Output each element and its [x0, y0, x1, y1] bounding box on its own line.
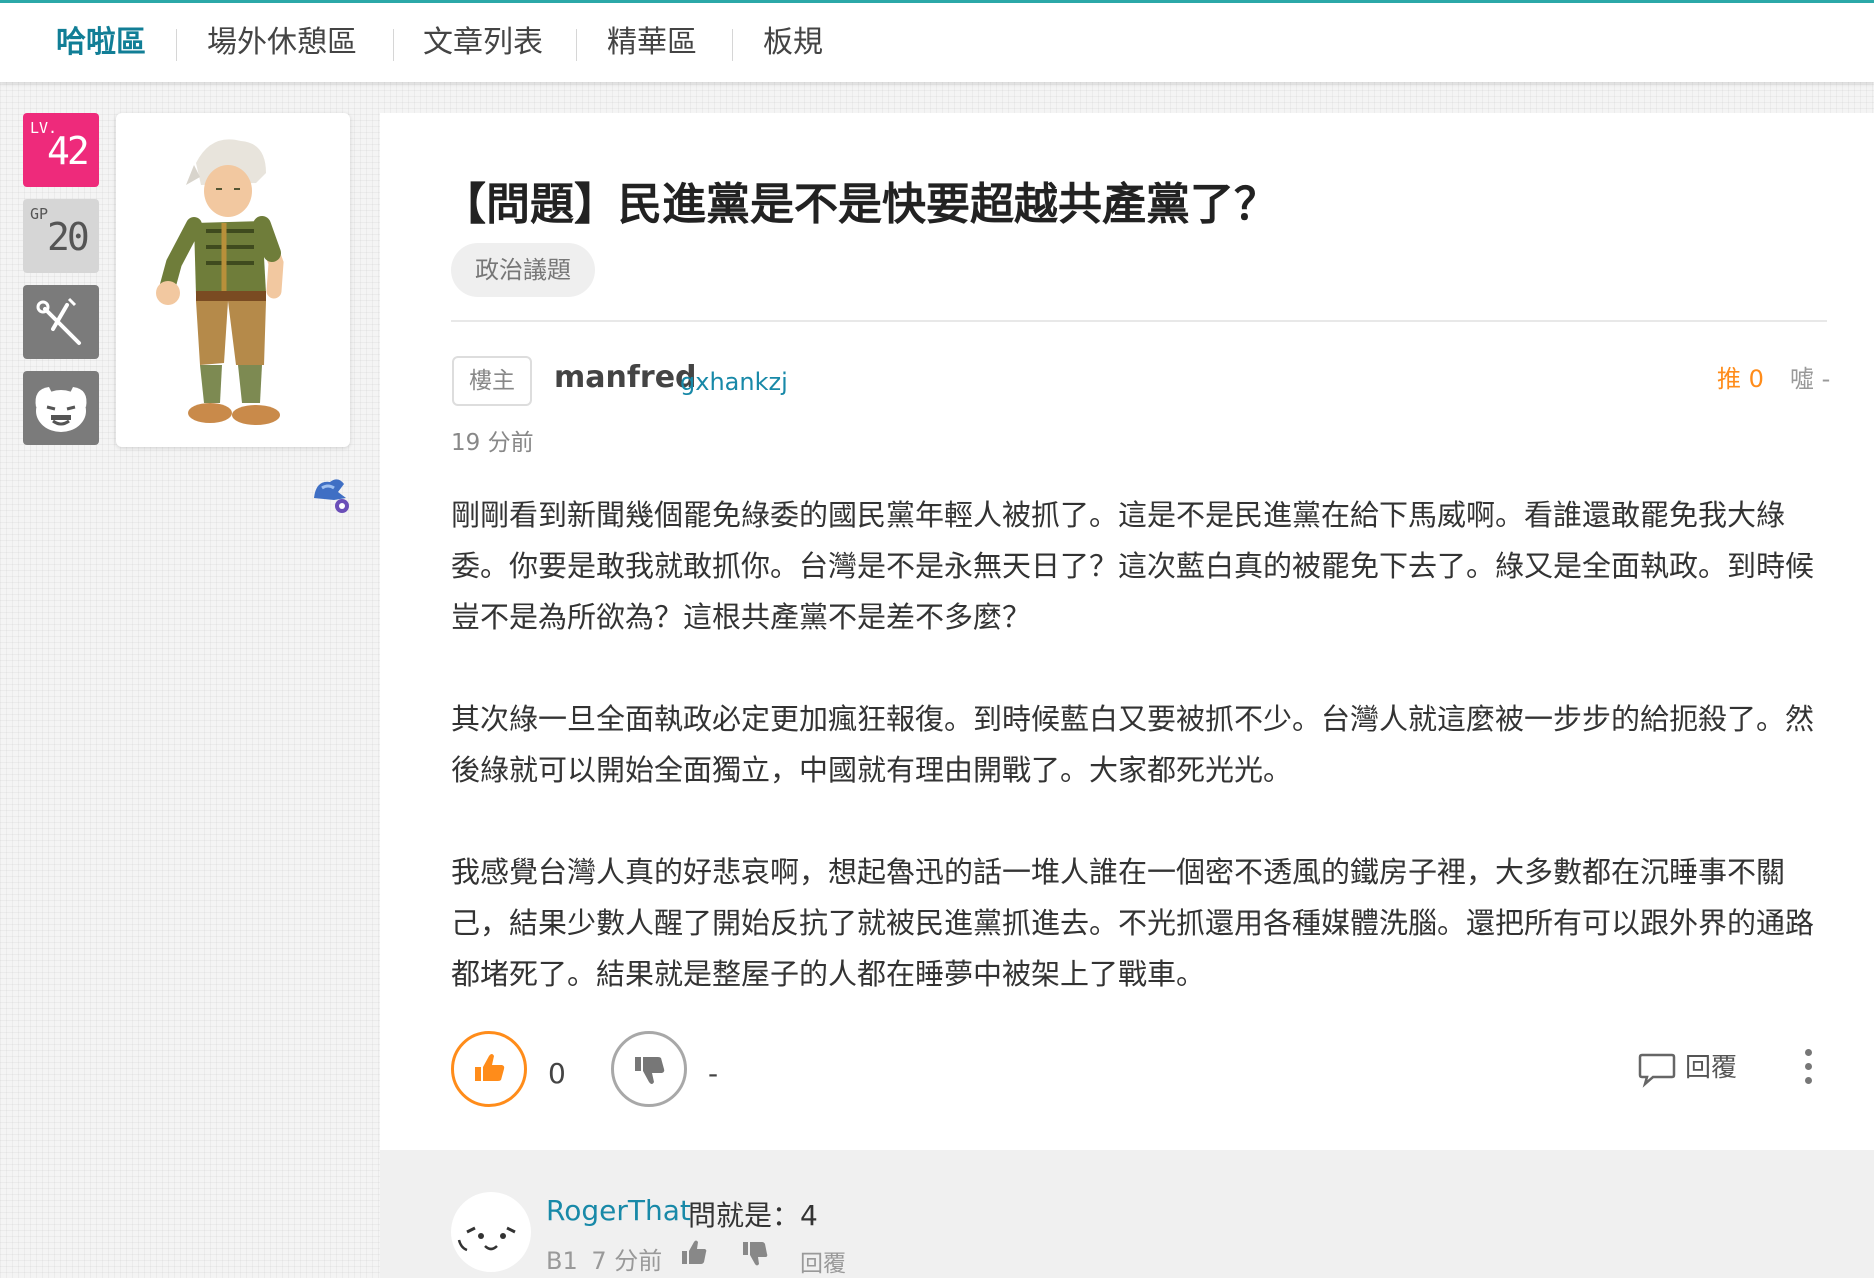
- tool-badge[interactable]: [23, 285, 99, 359]
- comment-floor: B1: [546, 1247, 578, 1275]
- post-panel: 【問題】民進黨是不是快要超越共產黨了？ 政治議題 樓主 manfred gxha…: [380, 113, 1874, 1278]
- more-options-button[interactable]: [1796, 1046, 1820, 1090]
- post-body: 剛剛看到新聞幾個罷免綠委的國民黨年輕人被抓了。這是不是民進黨在給下馬威啊。看誰還…: [451, 490, 1831, 1051]
- post-paragraph: 剛剛看到新聞幾個罷免綠委的國民黨年輕人被抓了。這是不是民進黨在給下馬威啊。看誰還…: [451, 498, 1815, 634]
- speech-bubble-icon: [1638, 1053, 1676, 1088]
- like-button[interactable]: [451, 1031, 527, 1107]
- author-name[interactable]: manfred: [554, 360, 697, 395]
- author-id[interactable]: gxhankzj: [680, 368, 788, 396]
- user-avatar-card[interactable]: [116, 113, 350, 447]
- gp-badge[interactable]: GP 20: [23, 199, 99, 273]
- comment-reply-button[interactable]: 回覆: [800, 1244, 846, 1278]
- nav-divider: [576, 29, 577, 61]
- mascot-face-icon: [457, 1226, 516, 1252]
- mascot-face-icon: [35, 387, 87, 432]
- thread-starter-badge: 樓主: [452, 356, 532, 406]
- nav-item-featured[interactable]: 精華區: [607, 3, 697, 82]
- pet-mini-icon: [314, 479, 349, 513]
- comment-time: 7 分前: [591, 1247, 663, 1275]
- character-avatar: [156, 139, 284, 425]
- nav-item-rules[interactable]: 板規: [763, 3, 823, 82]
- post-paragraph: 我感覺台灣人真的好悲哀啊，想起魯迅的話一堆人誰在一個密不透風的鐵房子裡，大多數都…: [451, 855, 1815, 991]
- nav-divider: [393, 29, 394, 61]
- post-title: 【問題】民進黨是不是快要超越共產黨了？: [442, 179, 1278, 230]
- comment-username[interactable]: RogerThat: [546, 1194, 691, 1227]
- post-category-tag[interactable]: 政治議題: [451, 243, 595, 297]
- dislike-button[interactable]: [611, 1031, 687, 1107]
- comment-dislike-button[interactable]: [740, 1238, 770, 1268]
- nav-item-offtopic[interactable]: 場外休憩區: [207, 3, 357, 82]
- comment-meta: B1 7 分前: [546, 1241, 662, 1276]
- level-value: 42: [47, 129, 90, 173]
- tool-icon: [36, 297, 81, 345]
- vertical-dots-icon: [1796, 1049, 1820, 1084]
- like-count: 0: [548, 1057, 566, 1090]
- level-badge[interactable]: LV. 42: [23, 113, 99, 187]
- comment-like-button[interactable]: [679, 1238, 709, 1268]
- thumbs-up-icon: [475, 1054, 505, 1081]
- top-navigation: 哈啦區 場外休憩區 文章列表 精華區 板規: [0, 0, 1874, 82]
- nav-item-article-list[interactable]: 文章列表: [423, 3, 543, 82]
- nav-divider: [176, 29, 177, 61]
- nav-item-hala[interactable]: 哈啦區: [56, 3, 146, 82]
- mascot-badge[interactable]: [23, 371, 99, 445]
- divider: [451, 320, 1827, 322]
- nav-divider: [732, 29, 733, 61]
- post-paragraph: 其次綠一旦全面執政必定更加瘋狂報復。到時候藍白又要被抓不少。台灣人就這麼被一步步…: [451, 702, 1815, 787]
- reply-label: 回覆: [1685, 1053, 1738, 1083]
- gp-label: GP: [30, 205, 49, 223]
- post-time: 19 分前: [451, 430, 534, 456]
- comment-avatar[interactable]: [451, 1192, 531, 1272]
- gp-value: 20: [47, 215, 90, 259]
- dislike-count: -: [708, 1057, 719, 1090]
- push-count: 推 0: [1717, 365, 1764, 393]
- boo-count: 噓 -: [1790, 365, 1831, 393]
- comment-text: 問就是：4: [688, 1199, 818, 1232]
- thumbs-down-icon: [635, 1057, 665, 1084]
